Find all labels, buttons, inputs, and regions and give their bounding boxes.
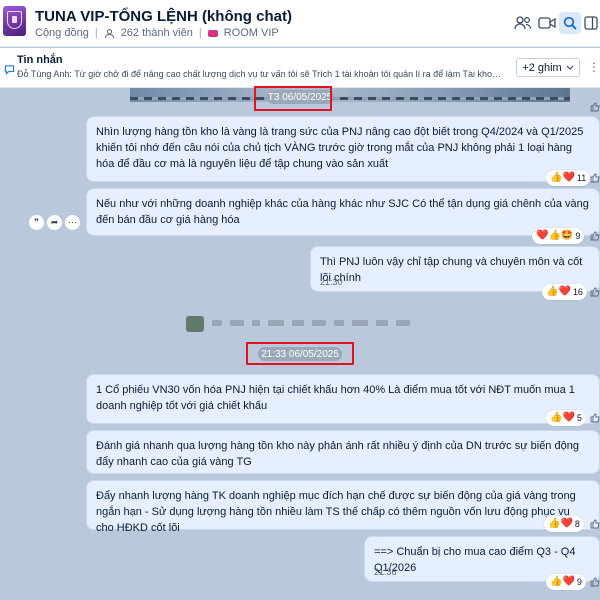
- image-message-preview[interactable]: [130, 88, 570, 102]
- reaction-count: 11: [576, 173, 587, 183]
- group-title[interactable]: TUNA VIP-TỔNG LỆNH (không chat): [35, 8, 292, 25]
- group-avatar[interactable]: [3, 6, 26, 36]
- pinned-label: Tin nhắn: [17, 54, 63, 66]
- video-call-icon[interactable]: [536, 12, 558, 34]
- reaction-badge[interactable]: 👍❤️ 8: [544, 516, 584, 532]
- message-icon: [4, 65, 15, 75]
- more-icon[interactable]: ⋮: [588, 60, 600, 74]
- like-icon[interactable]: [588, 575, 600, 588]
- pinned-text[interactable]: Đỗ Tùng Anh: Từ giờ chở đi để nâng cao c…: [17, 69, 505, 79]
- group-subline: Cộng đồng | 262 thành viên | ROOM VIP: [35, 27, 279, 39]
- like-icon[interactable]: [588, 411, 600, 424]
- like-icon[interactable]: [588, 229, 600, 242]
- like-icon[interactable]: [588, 171, 600, 184]
- like-icon[interactable]: [588, 285, 600, 298]
- separator: |: [198, 27, 202, 39]
- pinned-message-bar[interactable]: [0, 48, 600, 88]
- highlight-box: [246, 342, 354, 365]
- quote-icon[interactable]: ❞: [29, 215, 44, 230]
- members-count[interactable]: 262 thành viên: [121, 27, 193, 39]
- highlight-box: [254, 86, 332, 111]
- like-icon[interactable]: [588, 517, 600, 530]
- reaction-count: 9: [576, 577, 582, 587]
- reaction-count: 8: [574, 519, 580, 529]
- message-text: Đánh giá nhanh qua lượng hàng tồn kho nà…: [96, 440, 579, 468]
- message-time: 21:30: [320, 277, 343, 287]
- reaction-badge[interactable]: 👍❤️ 5: [546, 410, 586, 426]
- tag-icon: [207, 29, 218, 37]
- search-icon[interactable]: [559, 12, 581, 34]
- message-bubble[interactable]: 1 Cổ phiếu VN30 vốn hóa PNJ hiện tại chi…: [86, 374, 600, 424]
- message-actions: ❞ ➦ ⋯: [29, 215, 80, 230]
- reaction-emojis: 👍❤️: [550, 576, 575, 587]
- message-bubble[interactable]: Đẩy nhanh lượng hàng TK doanh nghiệp mục…: [86, 480, 600, 534]
- reaction-emojis: 👍❤️: [548, 518, 573, 529]
- reaction-badge[interactable]: 👍❤️ 9: [546, 574, 586, 590]
- message-time: 21:36: [374, 567, 397, 577]
- reaction-emojis: ❤️👍🤩: [536, 230, 574, 241]
- reaction-badge[interactable]: ❤️👍🤩 9: [532, 228, 585, 244]
- forward-icon[interactable]: ➦: [47, 215, 62, 230]
- reaction-emojis: 👍❤️: [550, 172, 575, 183]
- chat-header: TUNA VIP-TỔNG LỆNH (không chat) Cộng đồn…: [0, 0, 600, 47]
- message-bubble[interactable]: Nếu như với những doanh nghiệp khác của …: [86, 188, 600, 236]
- reaction-count: 5: [576, 413, 582, 423]
- separator: |: [94, 27, 98, 39]
- members-icon: [104, 28, 114, 38]
- message-text: 1 Cổ phiếu VN30 vốn hóa PNJ hiện tại chi…: [96, 384, 575, 412]
- message-bubble[interactable]: Đánh giá nhanh qua lượng hàng tồn kho nà…: [86, 430, 600, 474]
- message-text: Đẩy nhanh lượng hàng TK doanh nghiệp mục…: [96, 490, 576, 534]
- message-bubble[interactable]: Nhìn lượng hàng tồn kho là vàng là trang…: [86, 116, 600, 182]
- pins-dropdown-button[interactable]: +2 ghim: [516, 58, 580, 77]
- reaction-count: 9: [575, 231, 581, 241]
- message-text: Thì PNJ luôn vậy chỉ tập chung và chuyên…: [320, 256, 583, 284]
- reaction-emojis: 👍❤️: [546, 286, 571, 297]
- panel-toggle-icon[interactable]: [582, 12, 600, 34]
- pins-button-label: +2 ghim: [522, 61, 562, 74]
- group-type-label: Cộng đồng: [35, 27, 89, 39]
- blurred-sender-name: [186, 314, 420, 334]
- add-member-icon[interactable]: [512, 12, 534, 34]
- reaction-count: 16: [572, 287, 583, 297]
- message-text: Nhìn lượng hàng tồn kho là vàng là trang…: [96, 126, 584, 170]
- reaction-badge[interactable]: 👍❤️ 11: [546, 170, 591, 186]
- reaction-badge[interactable]: 👍❤️ 16: [542, 284, 587, 300]
- reaction-emojis: 👍❤️: [550, 412, 575, 423]
- room-label[interactable]: ROOM VIP: [224, 27, 279, 39]
- message-text: ==> Chuẩn bị cho mua cao điểm Q3 - Q4 Q1…: [374, 546, 576, 574]
- like-icon[interactable]: [588, 100, 600, 113]
- chevron-down-icon: [566, 65, 574, 70]
- message-text: Nếu như với những doanh nghiệp khác của …: [96, 198, 589, 226]
- more-icon[interactable]: ⋯: [65, 215, 80, 230]
